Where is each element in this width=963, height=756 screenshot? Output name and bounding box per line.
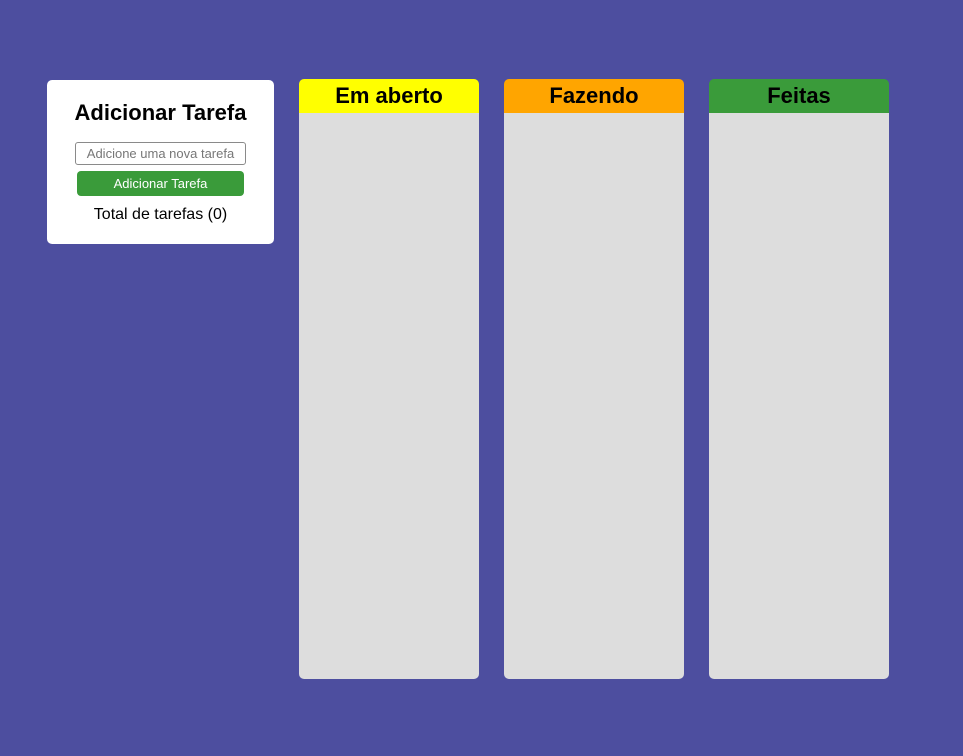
new-task-input[interactable] (75, 142, 246, 165)
column-header-em-aberto: Em aberto (299, 79, 479, 113)
total-tasks-label: Total de tarefas (0) (93, 206, 228, 223)
column-em-aberto: Em aberto (299, 79, 479, 679)
add-task-button[interactable]: Adicionar Tarefa (77, 171, 244, 196)
column-dropzone-em-aberto[interactable] (299, 113, 479, 679)
column-fazendo: Fazendo (504, 79, 684, 679)
column-feitas: Feitas (709, 79, 889, 679)
add-task-panel: Adicionar Tarefa Adicionar Tarefa Total … (47, 80, 274, 244)
column-header-feitas: Feitas (709, 79, 889, 113)
column-dropzone-fazendo[interactable] (504, 113, 684, 679)
column-dropzone-feitas[interactable] (709, 113, 889, 679)
add-task-title: Adicionar Tarefa (74, 100, 247, 125)
column-header-fazendo: Fazendo (504, 79, 684, 113)
